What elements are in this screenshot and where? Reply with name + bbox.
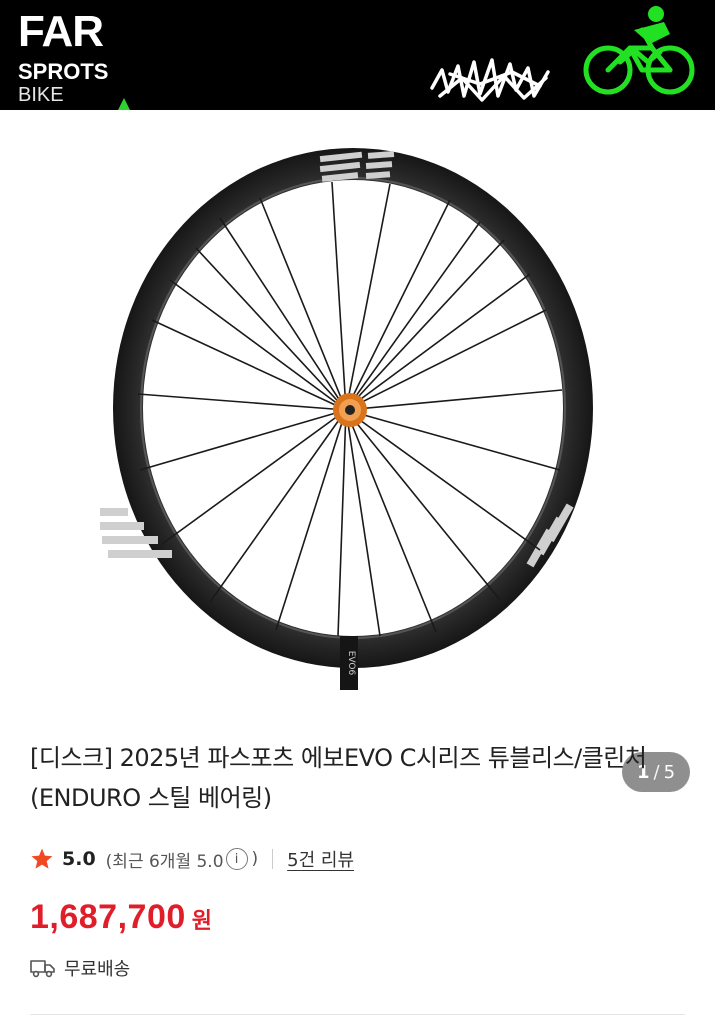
product-title: [디스크] 2025년 파스포츠 에보EVO C시리즈 튜블리스/클린처(END… [30, 744, 647, 812]
shipping-label: 무료배송 [64, 959, 131, 980]
price-amount: 1,687,700 [30, 898, 186, 936]
logo-line-3: BIKE [18, 84, 64, 106]
price-unit: 원 [191, 909, 213, 934]
rim-label: EVO6 [346, 651, 356, 676]
logo-line-2: SPROTS [18, 59, 109, 84]
rating-divider [272, 849, 274, 869]
recent-rating-label: (최근 6개월 5.0 [105, 851, 224, 872]
star-icon [31, 848, 53, 869]
section-divider [30, 1014, 685, 1015]
price: 1,687,700 원 [30, 898, 212, 937]
store-banner[interactable]: FAR SPROTS BIKE [0, 0, 715, 110]
product-image: EVO6 [100, 148, 593, 690]
store-logo[interactable]: FAR SPROTS BIKE [18, 7, 109, 107]
shipping-info: 무료배송 [30, 955, 130, 981]
accent-tick [118, 98, 130, 110]
review-count-link[interactable]: 5건 리뷰 [287, 846, 354, 872]
banner-art [430, 6, 695, 102]
product-gallery[interactable]: EVO6 1 / 5 [0, 110, 715, 792]
cyclist-body [634, 6, 670, 44]
info-icon[interactable]: i [225, 848, 248, 870]
logo-line-1: FAR [18, 7, 104, 56]
rating-row: 5.0 (최근 6개월 5.0 i ) 5건 리뷰 [30, 843, 354, 875]
recent-rating-close: ) [251, 849, 259, 869]
truck-icon [30, 960, 55, 978]
rating-score: 5.0 [62, 848, 96, 870]
recent-rating: (최근 6개월 5.0 i ) [105, 847, 259, 872]
cyclist-icon [583, 27, 695, 95]
scribble-logo-icon [430, 58, 550, 102]
